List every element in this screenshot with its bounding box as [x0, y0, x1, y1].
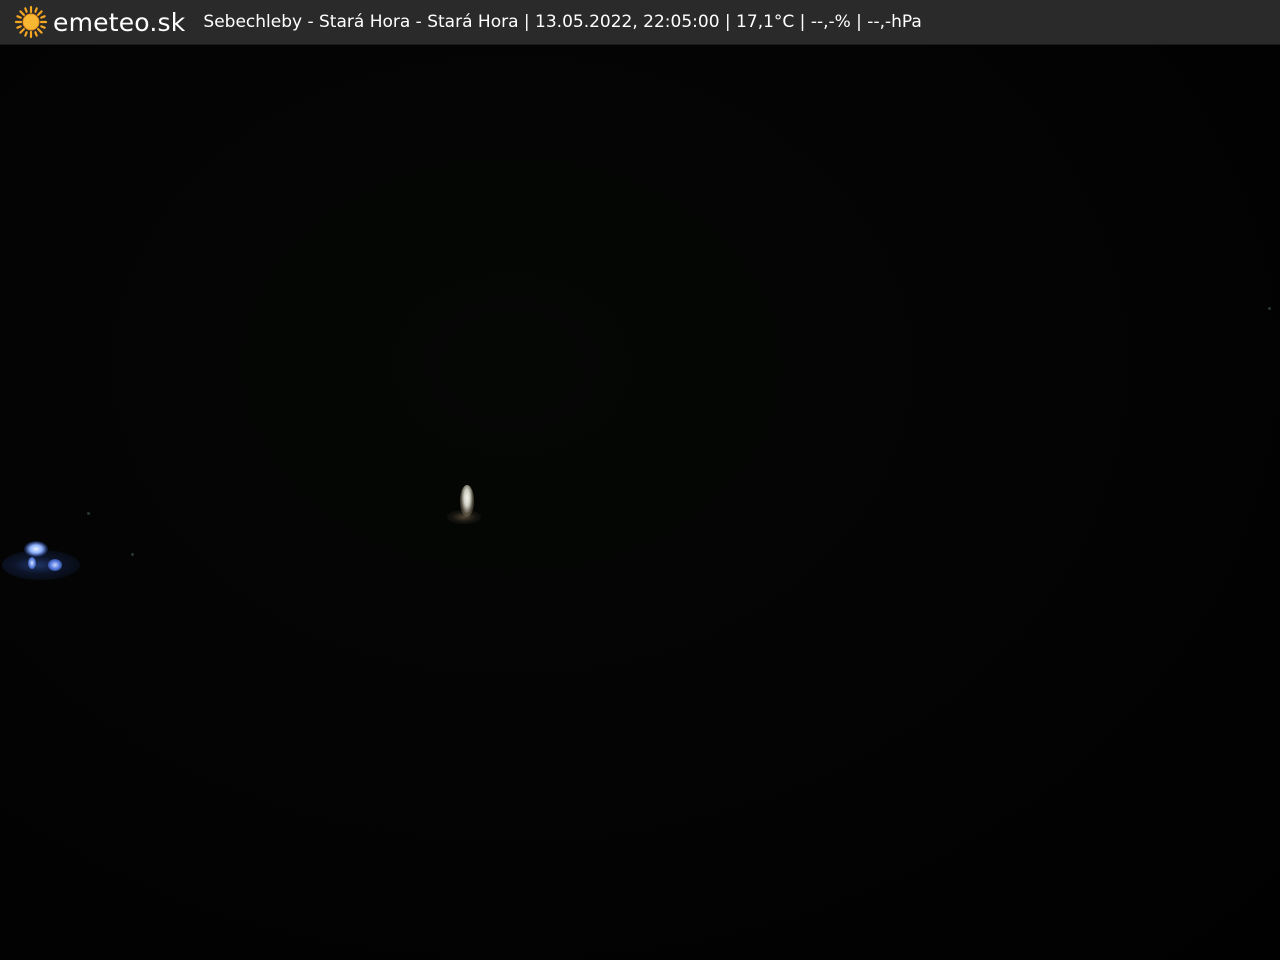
webcam-frame: emeteo.sk Sebechleby - Stará Hora - Star… — [0, 0, 1280, 960]
faint-speck — [131, 553, 134, 556]
blue-light-cluster — [24, 541, 48, 557]
faint-speck — [1268, 307, 1271, 310]
sun-icon — [14, 5, 48, 39]
faint-speck — [87, 512, 90, 515]
night-webcam-image — [0, 45, 1280, 960]
emeteo-logo[interactable]: emeteo.sk — [14, 0, 185, 45]
blue-light-small-left — [28, 557, 36, 569]
station-info-caption: Sebechleby - Stará Hora - Stará Hora | 1… — [203, 11, 922, 32]
brand-name: emeteo.sk — [53, 7, 186, 37]
blue-light-small — [48, 559, 62, 571]
distant-light — [460, 485, 474, 517]
webcam-header-bar: emeteo.sk Sebechleby - Stará Hora - Star… — [0, 0, 1280, 45]
